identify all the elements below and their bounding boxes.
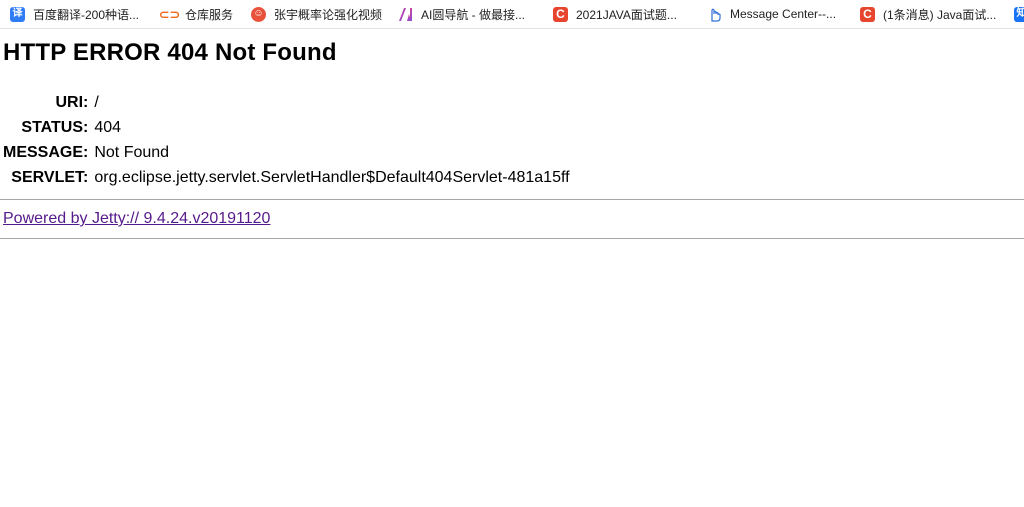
detail-row-status: STATUS: 404	[3, 115, 570, 140]
detail-key: MESSAGE:	[3, 143, 89, 161]
bookmark-java-interview-2021[interactable]: C 2021JAVA面试题...	[553, 4, 677, 24]
bookmark-label: 仓库服务	[185, 7, 234, 22]
bookmark-repository-service[interactable]: ⊂⊃ 仓库服务	[158, 4, 234, 24]
csdn-icon: C	[553, 6, 568, 22]
bottom-divider	[0, 238, 1024, 239]
bookmark-ai-navigation[interactable]: AI圆导航 - 做最接...	[398, 4, 525, 24]
repository-icon: ⊂⊃	[158, 6, 181, 22]
detail-key: SERVLET:	[11, 168, 89, 186]
detail-value: 404	[94, 118, 122, 136]
csdn-icon: C	[860, 6, 875, 22]
hand-icon	[707, 6, 722, 22]
bookmark-probability-videos[interactable]: ☺ 张宇概率论强化视频	[251, 4, 382, 24]
bookmark-label: 张宇概率论强化视频	[274, 7, 383, 22]
top-divider	[0, 199, 1024, 200]
bookmark-label: AI圆导航 - 做最接...	[421, 7, 526, 22]
bookmark-java-interview-msg[interactable]: C (1条消息) Java面试...	[860, 4, 996, 24]
detail-row-uri: URI: /	[3, 90, 570, 115]
detail-key: STATUS:	[21, 118, 89, 136]
detail-row-message: MESSAGE: Not Found	[3, 140, 570, 165]
bookmark-zhihu[interactable]: 知	[1014, 4, 1024, 24]
powered-by-jetty-link[interactable]: Powered by Jetty:// 9.4.24.v20191120	[3, 210, 270, 228]
ai-logo-icon	[398, 6, 413, 22]
bookmark-label: Message Center--...	[730, 7, 837, 21]
translate-icon: 译	[10, 6, 25, 22]
detail-value: org.eclipse.jetty.servlet.ServletHandler…	[94, 168, 570, 186]
detail-key: URI:	[55, 93, 89, 111]
zhihu-icon: 知	[1014, 6, 1024, 22]
page-title: HTTP ERROR 404 Not Found	[3, 39, 337, 66]
bookmark-label: 百度翻译-200种语...	[33, 7, 140, 22]
face-icon: ☺	[251, 6, 266, 22]
detail-value: /	[94, 93, 99, 111]
bookmarks-bar: 译 百度翻译-200种语... ⊂⊃ 仓库服务 ☺ 张宇概率论强化视频 AI圆导…	[0, 0, 1024, 29]
bookmark-message-center[interactable]: Message Center--...	[707, 4, 836, 24]
error-details-table: URI: / STATUS: 404 MESSAGE: Not Found SE…	[3, 90, 570, 190]
detail-value: Not Found	[94, 143, 170, 161]
detail-row-servlet: SERVLET: org.eclipse.jetty.servlet.Servl…	[3, 165, 570, 190]
bookmark-baidu-translate[interactable]: 译 百度翻译-200种语...	[10, 4, 139, 24]
bookmark-label: (1条消息) Java面试...	[883, 7, 997, 22]
bookmark-label: 2021JAVA面试题...	[576, 7, 677, 22]
